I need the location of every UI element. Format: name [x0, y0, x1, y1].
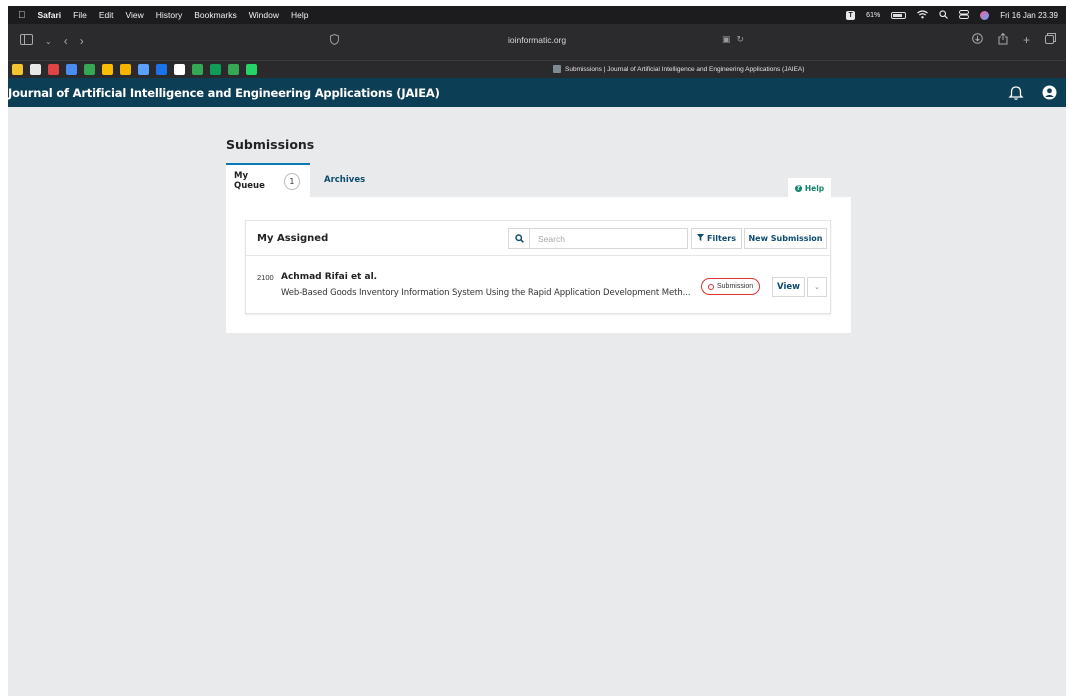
bookmark-favicon-icon[interactable] [246, 64, 257, 75]
bookmark-favicon-icon[interactable] [156, 64, 167, 75]
bookmark-favicon-icon[interactable] [102, 64, 113, 75]
search-box [508, 228, 688, 249]
battery-icon[interactable] [891, 11, 907, 19]
search-input[interactable] [530, 229, 685, 248]
active-tab-title: Submissions | Journal of Artificial Inte… [565, 65, 805, 73]
back-icon[interactable]: ‹ [64, 34, 68, 48]
search-icon[interactable] [509, 229, 530, 248]
bookmark-favicon-icon[interactable] [84, 64, 95, 75]
stage-label: Submission [717, 283, 754, 290]
queue-count-badge: 1 [283, 172, 300, 190]
downloads-icon[interactable] [972, 33, 983, 48]
new-tab-icon[interactable]: + [1023, 33, 1030, 48]
translate-icon[interactable]: ▣ [722, 34, 731, 45]
active-tab[interactable]: Submissions | Journal of Artificial Inte… [553, 65, 804, 73]
menu-window[interactable]: Window [249, 10, 279, 20]
expand-row-button[interactable]: ⌄ [807, 277, 827, 297]
battery-percent: 61% [866, 11, 881, 19]
share-icon[interactable] [998, 32, 1008, 48]
bookmark-favicon-icon[interactable] [66, 64, 77, 75]
bookmark-favicon-icon[interactable] [228, 64, 239, 75]
view-button[interactable]: View [772, 277, 805, 297]
submission-title: Web-Based Goods Inventory Information Sy… [281, 288, 691, 298]
bookmark-favicon-icon[interactable] [138, 64, 149, 75]
submissions-list-panel: My Assigned Filters New Submission [245, 220, 831, 314]
submission-author: Achmad Rifai et al. [281, 272, 378, 282]
reload-icon[interactable]: ↻ [737, 34, 745, 45]
tab-archives[interactable]: Archives [310, 163, 375, 197]
site-title[interactable]: Journal of Artificial Intelligence and E… [8, 86, 440, 100]
filters-button[interactable]: Filters [691, 228, 742, 249]
control-center-icon[interactable] [959, 9, 970, 21]
user-account-icon[interactable] [1042, 85, 1057, 100]
bookmark-favicon-icon[interactable] [30, 64, 41, 75]
privacy-shield-icon[interactable] [330, 33, 339, 48]
site-favicon-icon [553, 65, 561, 73]
notifications-bell-icon[interactable] [1008, 85, 1024, 101]
menu-help[interactable]: Help [291, 10, 308, 20]
menubar:  Safari File Edit View History Bookmark… [8, 6, 1066, 24]
menu-view[interactable]: View [125, 10, 143, 20]
siri-icon[interactable] [980, 10, 990, 20]
favorites-bar: Submissions | Journal of Artificial Inte… [8, 60, 1066, 78]
menu-history[interactable]: History [156, 10, 182, 20]
menubar-clock[interactable]: Fri 16 Jan 23.39 [1000, 11, 1058, 20]
bookmark-favicon-icon[interactable] [48, 64, 59, 75]
filter-icon [697, 234, 705, 243]
help-icon: ? [794, 185, 802, 192]
filters-label: Filters [707, 234, 736, 243]
chevron-down-icon[interactable]: ⌄ [45, 37, 52, 46]
help-label: Help [804, 184, 825, 193]
chevron-down-icon: ⌄ [814, 284, 820, 291]
tab-overview-icon[interactable] [1045, 33, 1056, 48]
address-bar-actions: ▣ ↻ [722, 34, 744, 45]
new-submission-button[interactable]: New Submission [744, 228, 827, 249]
queue-tabs: My Queue 1 Archives [226, 163, 375, 197]
site-header: Journal of Artificial Intelligence and E… [8, 78, 1066, 107]
safari-toolbar: ⌄ ‹ › ioinformatic.org ▣ ↻ + [8, 24, 1066, 60]
list-header: My Assigned Filters New Submission [246, 221, 830, 256]
bookmark-favicon-icon[interactable] [210, 64, 221, 75]
stage-badge: Submission [701, 278, 761, 295]
sidebar-toggle-icon[interactable] [20, 34, 33, 48]
favorites-list [12, 64, 257, 75]
submission-id: 2100 [257, 273, 274, 282]
queue-panel: My Assigned Filters New Submission [226, 197, 851, 333]
tab-archives-label: Archives [324, 175, 366, 185]
text-input-icon[interactable]: T [846, 10, 856, 20]
menu-file[interactable]: File [73, 10, 87, 20]
main-content: Submissions My Queue 1 Archives ? Help M… [8, 107, 1066, 696]
list-title: My Assigned [257, 233, 329, 244]
forward-icon[interactable]: › [80, 34, 84, 48]
address-bar[interactable]: ioinformatic.org [508, 35, 566, 45]
bookmark-favicon-icon[interactable] [120, 64, 131, 75]
page-title: Submissions [226, 137, 315, 152]
bookmark-favicon-icon[interactable] [174, 64, 185, 75]
wifi-icon[interactable] [917, 9, 929, 21]
apple-icon[interactable]:  [18, 10, 26, 21]
bookmark-favicon-icon[interactable] [192, 64, 203, 75]
tab-my-queue[interactable]: My Queue 1 [226, 163, 310, 197]
spotlight-icon[interactable] [939, 9, 949, 21]
tab-my-queue-label: My Queue [234, 171, 265, 191]
submission-row[interactable]: 2100 Achmad Rifai et al. Web-Based Goods… [246, 257, 830, 313]
help-button[interactable]: ? Help [788, 178, 831, 199]
menu-bookmarks[interactable]: Bookmarks [194, 10, 237, 20]
menu-app-name[interactable]: Safari [38, 10, 62, 20]
browser-window:  Safari File Edit View History Bookmark… [8, 6, 1066, 696]
menu-edit[interactable]: Edit [99, 10, 114, 20]
bookmark-favicon-icon[interactable] [12, 64, 23, 75]
stage-status-icon [708, 283, 714, 290]
